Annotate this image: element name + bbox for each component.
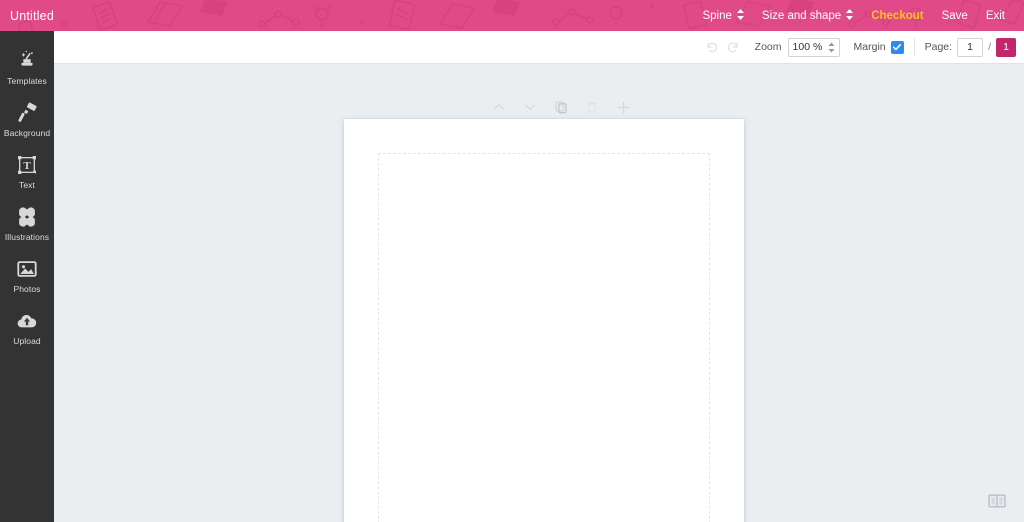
- checkout-button[interactable]: Checkout: [862, 0, 932, 31]
- size-and-shape-menu[interactable]: Size and shape: [753, 0, 862, 31]
- open-book-icon[interactable]: [986, 490, 1008, 512]
- plus-icon[interactable]: [614, 98, 632, 116]
- sidebar-item-label: Illustrations: [4, 231, 50, 242]
- editor-toolbar: Zoom 100 % Margin Page: 1 / 1: [54, 31, 1024, 64]
- left-sidebar: Templates Background T Text Illustration…: [0, 31, 54, 522]
- trash-icon[interactable]: [583, 98, 601, 116]
- spine-menu[interactable]: Spine: [693, 0, 752, 31]
- redo-icon-glyph: [728, 42, 738, 52]
- undo-icon[interactable]: [701, 36, 723, 58]
- toolbar-divider: [913, 38, 915, 56]
- paint-roller-icon: [15, 101, 39, 125]
- photo-icon-glyph: [17, 260, 37, 277]
- page-navigator: Page: 1 / 1: [924, 37, 1016, 57]
- sidebar-item-background[interactable]: Background: [0, 93, 54, 145]
- stepper-icon: [846, 9, 854, 22]
- margin-label: Margin: [853, 41, 886, 53]
- page-actions-toolbar: [490, 98, 632, 116]
- cloud-upload-icon-glyph: [17, 314, 37, 327]
- chevron-up-icon[interactable]: [490, 98, 508, 116]
- page-label: Page:: [924, 41, 953, 53]
- duplicate-icon[interactable]: [552, 98, 570, 116]
- cloud-upload-icon: [15, 309, 39, 333]
- save-button[interactable]: Save: [933, 0, 977, 31]
- sidebar-item-templates[interactable]: Templates: [0, 41, 54, 93]
- chevron-up-icon-glyph: [493, 104, 505, 110]
- stepper-icon-glyph: [736, 9, 744, 20]
- size-and-shape-menu-label: Size and shape: [761, 9, 842, 22]
- document-title[interactable]: Untitled: [0, 9, 54, 23]
- book-page-canvas[interactable]: [344, 119, 744, 522]
- paint-roller-icon-glyph: [18, 102, 37, 122]
- text-box-icon-glyph: T: [18, 155, 36, 174]
- open-book-icon-glyph: [988, 494, 1006, 508]
- book-editor-app: Untitled Spine Size and shape Checkout S…: [0, 0, 1024, 522]
- magic-wand-icon: [15, 49, 39, 73]
- spine-menu-label: Spine: [702, 9, 732, 22]
- sidebar-item-label: Background: [3, 127, 51, 138]
- page-margin-guide: [378, 153, 710, 522]
- text-box-icon: T: [15, 153, 39, 177]
- zoom-input[interactable]: 100 %: [787, 37, 840, 57]
- header-actions: Spine Size and shape Checkout Save Exit: [693, 0, 1024, 31]
- chevron-down-icon[interactable]: [521, 98, 539, 116]
- zoom-stepper-glyph: [827, 42, 835, 52]
- exit-button[interactable]: Exit: [977, 0, 1014, 31]
- magic-wand-icon-glyph: [21, 50, 33, 66]
- clover-icon: [15, 205, 39, 229]
- duplicate-icon-glyph: [555, 101, 567, 114]
- page-separator: /: [988, 41, 991, 53]
- margin-toggle[interactable]: Margin: [853, 40, 904, 54]
- svg-text:T: T: [23, 160, 31, 172]
- photo-icon: [15, 257, 39, 281]
- zoom-stepper-icon[interactable]: [827, 42, 835, 53]
- undo-icon-glyph: [707, 42, 718, 52]
- chevron-down-icon-glyph: [524, 104, 536, 110]
- zoom-value: 100 %: [792, 41, 823, 53]
- sidebar-item-text[interactable]: T Text: [0, 145, 54, 197]
- redo-icon[interactable]: [723, 36, 745, 58]
- sidebar-item-label: Upload: [13, 335, 41, 346]
- stepper-icon-glyph: [846, 9, 854, 20]
- sidebar-item-label: Text: [19, 179, 35, 190]
- canvas-workspace: [54, 64, 1024, 522]
- sidebar-item-label: Templates: [7, 75, 47, 86]
- sidebar-item-illustrations[interactable]: Illustrations: [0, 197, 54, 249]
- check-icon: [893, 43, 902, 51]
- sidebar-item-label: Photos: [13, 283, 41, 294]
- plus-icon-glyph: [617, 101, 629, 113]
- sidebar-item-upload[interactable]: Upload: [0, 301, 54, 353]
- clover-icon-glyph: [19, 206, 35, 227]
- sidebar-item-photos[interactable]: Photos: [0, 249, 54, 301]
- page-total-badge[interactable]: 1: [996, 37, 1016, 57]
- trash-icon-glyph: [587, 101, 597, 113]
- stepper-icon: [736, 9, 744, 22]
- zoom-label: Zoom: [754, 41, 782, 53]
- top-header-bar: Untitled Spine Size and shape Checkout S…: [0, 0, 1024, 31]
- margin-checkbox[interactable]: [890, 40, 904, 54]
- page-input[interactable]: 1: [957, 37, 984, 57]
